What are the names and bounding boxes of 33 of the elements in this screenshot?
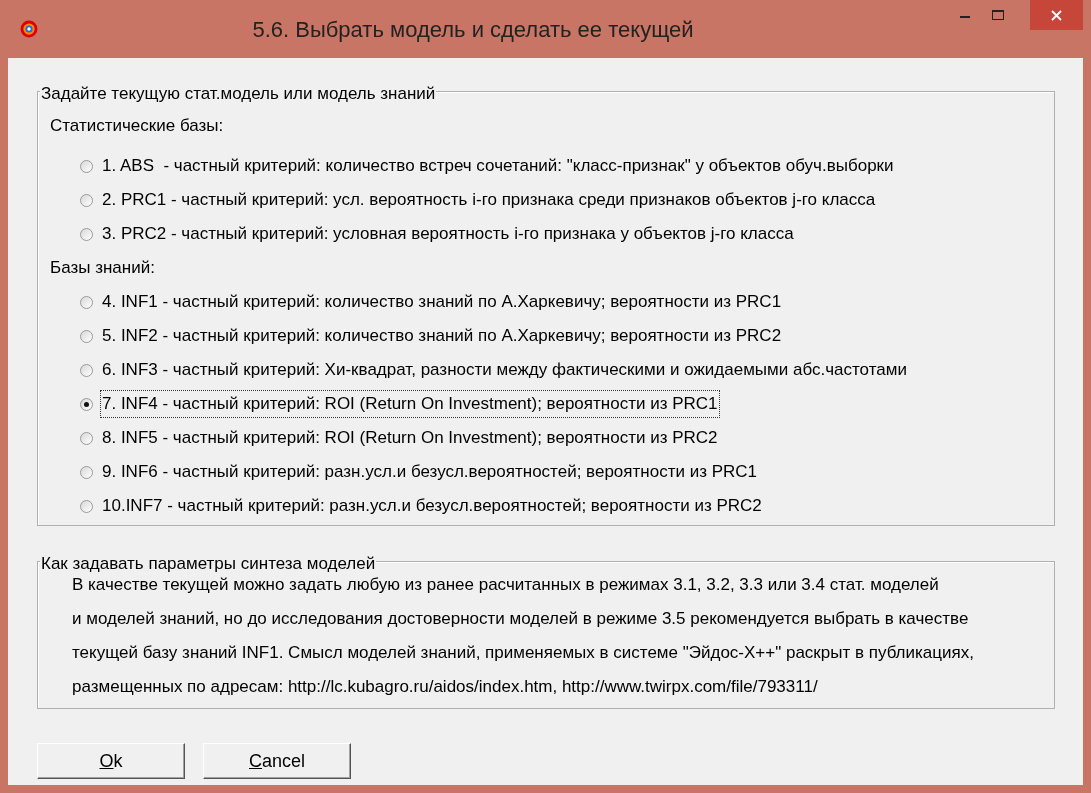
option-label[interactable]: 4. INF1 - частный критерий: количество знаний по А.Харкевичу; вероятности из PRC1 <box>100 288 784 316</box>
section-label: Базы знаний: <box>50 257 156 280</box>
option-label[interactable]: 10.INF7 - частный критерий: разн.усл.и безусл.вероятностей; вероятности из PRC2 <box>100 492 764 520</box>
radio-button[interactable] <box>80 329 93 343</box>
radio-button[interactable] <box>80 465 93 479</box>
app-icon <box>20 20 38 38</box>
radio-button[interactable] <box>80 159 93 173</box>
option-label[interactable]: 7. INF4 - частный критерий: ROI (Return On Investment); вероятности из PRC1 <box>100 390 720 418</box>
radio-button[interactable] <box>80 397 93 411</box>
ok-button[interactable]: Ok <box>37 743 185 779</box>
help-text-line: текущей базу знаний INF1. Смысл моделей знаний, применяемых в системе "Эйдос-Х++" раскрыт в публикациях, <box>71 642 975 665</box>
option-label[interactable]: 1. ABS - частный критерий: количество встреч сочетаний: "класс-признак" у объектов обуч.выборки <box>100 152 896 180</box>
maximize-icon <box>991 10 1004 20</box>
option-label[interactable]: 8. INF5 - частный критерий: ROI (Return On Investment); вероятности из PRC2 <box>100 424 720 452</box>
window-title: 5.6. Выбрать модель и сделать ее текущей <box>251 15 695 44</box>
close-button[interactable] <box>1030 0 1083 30</box>
section-label: Статистические базы: <box>50 115 225 138</box>
help-text-line: В качестве текущей можно задать любую из ранее расчитанных в режимах 3.1, 3.2, 3.3 или 3.4 стат. моделей <box>71 574 940 597</box>
radio-button[interactable] <box>80 431 93 445</box>
option-label[interactable]: 5. INF2 - частный критерий: количество знаний по А.Харкевичу; вероятности из PRC2 <box>100 322 784 350</box>
radio-button[interactable] <box>80 363 93 377</box>
cancel-button[interactable]: Cancel <box>203 743 351 779</box>
radio-button[interactable] <box>80 193 93 207</box>
help-text-line: и моделей знаний, но до исследования достоверности моделей в режиме 3.5 рекомендуется выбрать в качестве <box>71 608 970 631</box>
option-label[interactable]: 9. INF6 - частный критерий: разн.усл.и безусл.вероятностей; вероятности из PRC1 <box>100 458 759 486</box>
option-label[interactable]: 6. INF3 - частный критерий: Хи-квадрат, разности между фактическими и ожидаемыми абс.частотами <box>100 356 909 384</box>
radio-button[interactable] <box>80 499 93 513</box>
close-icon <box>1051 9 1062 21</box>
radio-button[interactable] <box>80 295 93 309</box>
option-label[interactable]: 3. PRC2 - частный критерий: условная вероятность i-го признака у объектов j-го класса <box>100 220 796 248</box>
radio-button[interactable] <box>80 227 93 241</box>
help-text-line: размещенных по адресам: http://lc.kubagro.ru/aidos/index.htm, http://www.twirpx.com/file/793311/ <box>71 676 819 699</box>
option-label[interactable]: 2. PRC1 - частный критерий: усл. вероятность i-го признака среди признаков объектов j-го класса <box>100 186 878 214</box>
